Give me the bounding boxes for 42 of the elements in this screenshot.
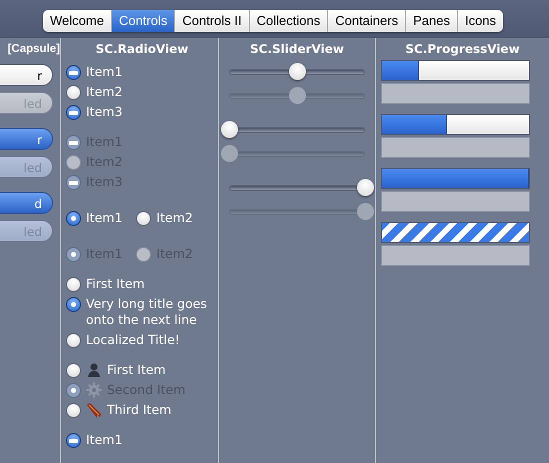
radio-button[interactable] [66,433,81,448]
person-icon [86,362,102,378]
capsule-button[interactable]: d [0,192,53,214]
radio-button[interactable] [66,363,81,378]
column-title: SC.ProgressView [404,41,521,58]
capsule-button[interactable]: r [0,128,53,150]
radio-label: First Item [107,362,166,378]
radio-button[interactable] [66,85,81,100]
radio-button[interactable] [66,297,81,312]
column-title: SC.SliderView [249,41,345,58]
radio-button[interactable] [66,211,81,226]
radio-button[interactable] [66,105,81,120]
radio-label: Third Item [107,402,172,418]
radio-label: First Item [86,276,145,292]
radio-label: Localized Title! [86,332,180,348]
tab[interactable]: Panes [406,10,458,32]
radio-button[interactable] [136,211,152,226]
radio-button[interactable] [66,65,81,80]
tab[interactable]: Collections [250,10,328,32]
radio-label: Item1 [86,64,122,80]
ribbon-icon [86,402,102,418]
radio-label: Item1 [86,432,122,448]
radio-label: Item1 [86,210,122,226]
tab[interactable]: Welcome [43,10,112,32]
slider-thumb[interactable] [289,63,306,80]
radio-button[interactable] [66,333,81,348]
radio-label: Item2 [86,84,122,100]
tab[interactable]: Controls [112,10,176,32]
column-title: SC.RadioView [94,41,190,58]
radio-button[interactable] [66,403,81,418]
tab[interactable]: Containers [328,10,406,32]
gear-icon [86,382,102,398]
slider-thumb[interactable] [221,121,238,138]
column-title: [Capsule] [6,42,60,57]
radio-label: Very long title goes onto the next line [86,296,208,328]
tab[interactable]: Icons [458,10,504,32]
slider-thumb[interactable] [357,179,374,196]
tab[interactable]: Controls II [175,10,250,32]
radio-label: Item2 [156,210,193,226]
capsule-button[interactable]: r [0,64,53,86]
radio-button[interactable] [66,277,81,292]
radio-label: Item3 [86,104,122,120]
